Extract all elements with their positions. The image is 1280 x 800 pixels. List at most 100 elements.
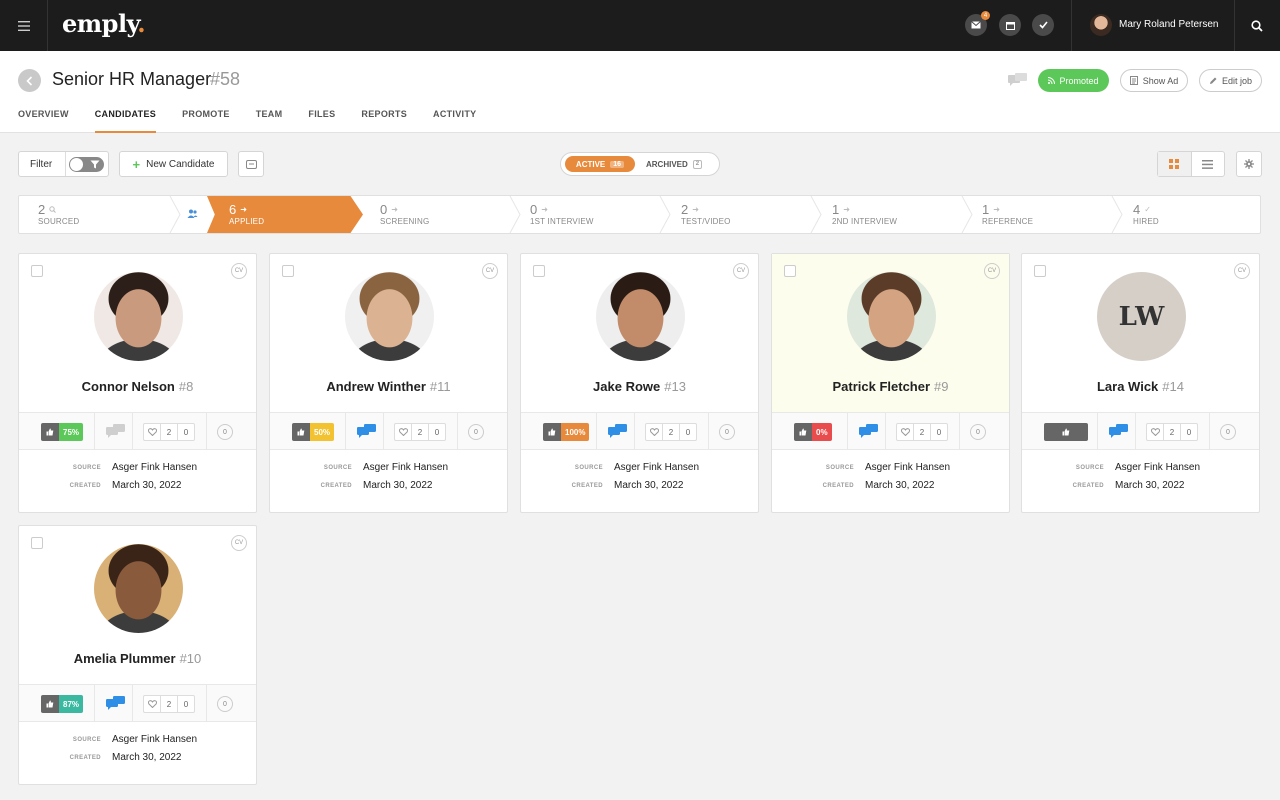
hamburger-menu-button[interactable] [0, 0, 48, 51]
rating-badge[interactable]: 0% [794, 423, 832, 441]
rating-badge[interactable]: 87% [41, 695, 84, 713]
candidate-photo [596, 272, 685, 361]
rating-badge[interactable]: 100% [543, 423, 590, 441]
card-actions: 75% 2 0 0 [19, 412, 256, 450]
active-tab-toggle[interactable]: ACTIVE 16 [565, 156, 635, 172]
card-header: CV Andrew Winther #11 [270, 254, 507, 412]
settings-button[interactable] [1236, 151, 1262, 177]
comment-count[interactable]: 0 [468, 424, 484, 440]
calendar-button[interactable] [999, 14, 1021, 36]
rating-badge[interactable] [1044, 423, 1088, 441]
cv-button[interactable]: CV [733, 263, 749, 279]
select-checkbox[interactable] [31, 537, 43, 549]
stage-label: 2ND INTERVIEW [832, 217, 898, 226]
new-candidate-button[interactable]: + New Candidate [119, 151, 228, 177]
select-checkbox[interactable] [31, 265, 43, 277]
comments-icon[interactable] [608, 424, 628, 438]
candidate-name-line[interactable]: Lara Wick #14 [1022, 379, 1259, 394]
candidate-name-line[interactable]: Andrew Winther #11 [270, 379, 507, 394]
cv-button[interactable]: CV [984, 263, 1000, 279]
comments-icon[interactable] [106, 424, 126, 438]
tab-reports[interactable]: REPORTS [361, 106, 407, 133]
select-checkbox[interactable] [1034, 265, 1046, 277]
candidate-card[interactable]: CV Jake Rowe #13 100% 2 0 0 SOURCE Asger … [520, 253, 759, 513]
cv-button[interactable]: CV [482, 263, 498, 279]
tab-files[interactable]: FILES [308, 106, 335, 133]
candidate-card[interactable]: CV Amelia Plummer #10 87% 2 0 0 SOURCE As… [18, 525, 257, 785]
chat-bubbles-icon [1008, 73, 1027, 86]
stage-sourced[interactable]: 2 SOURCED [38, 196, 168, 233]
emply-logo[interactable]: emply. [62, 9, 146, 38]
candidate-number: #13 [664, 379, 686, 394]
comment-count[interactable]: 0 [217, 424, 233, 440]
cv-button[interactable]: CV [231, 263, 247, 279]
edit-job-button[interactable]: Edit job [1199, 69, 1262, 92]
tab-team[interactable]: TEAM [256, 106, 283, 133]
search-button[interactable] [1234, 0, 1280, 51]
show-ad-button[interactable]: Show Ad [1120, 69, 1188, 92]
candidate-name-line[interactable]: Connor Nelson #8 [19, 379, 256, 394]
rss-icon [1048, 77, 1056, 84]
promoted-button[interactable]: Promoted [1038, 69, 1109, 92]
stage-2nd-interview[interactable]: 1 ➜ 2ND INTERVIEW [832, 196, 962, 233]
active-label: ACTIVE [575, 159, 606, 169]
filter-toggle[interactable] [69, 157, 104, 172]
stage-test-video[interactable]: 2 ➜ TEST/VIDEO [681, 196, 811, 233]
comments-icon[interactable] [357, 424, 377, 438]
archived-tab-toggle[interactable]: ARCHIVED 2 [646, 160, 703, 169]
candidate-card[interactable]: CV Andrew Winther #11 50% 2 0 0 SOURCE As… [269, 253, 508, 513]
select-checkbox[interactable] [784, 265, 796, 277]
candidate-name-line[interactable]: Patrick Fletcher #9 [772, 379, 1009, 394]
tab-candidates[interactable]: CANDIDATES [94, 106, 157, 133]
back-button[interactable] [18, 69, 41, 92]
cv-button[interactable]: CV [1234, 263, 1250, 279]
tasks-button[interactable] [1032, 14, 1054, 36]
grid-view-button[interactable] [1158, 152, 1192, 176]
heart-button[interactable] [897, 424, 914, 440]
rating-badge[interactable]: 50% [292, 423, 335, 441]
users-icon[interactable] [187, 209, 198, 218]
comment-count[interactable]: 0 [719, 424, 735, 440]
tab-activity[interactable]: ACTIVITY [433, 106, 476, 133]
cv-button[interactable]: CV [231, 535, 247, 551]
comment-count[interactable]: 0 [1220, 424, 1236, 440]
messages-button[interactable]: 4 [965, 11, 990, 36]
user-name[interactable]: Mary Roland Petersen [1119, 19, 1219, 30]
divider [94, 413, 95, 449]
stage-screening[interactable]: 0 ➜ SCREENING [380, 196, 510, 233]
user-avatar[interactable] [1090, 14, 1112, 36]
candidate-name-line[interactable]: Jake Rowe #13 [521, 379, 758, 394]
stage-reference[interactable]: 1 ➜ REFERENCE [982, 196, 1112, 233]
import-button[interactable] [238, 151, 264, 177]
stage-1st-interview[interactable]: 0 ➜ 1ST INTERVIEW [530, 196, 660, 233]
select-checkbox[interactable] [282, 265, 294, 277]
tab-overview[interactable]: OVERVIEW [18, 106, 69, 133]
comments-icon[interactable] [859, 424, 879, 438]
comments-icon[interactable] [1109, 424, 1129, 438]
comment-count[interactable]: 0 [970, 424, 986, 440]
candidate-name-line[interactable]: Amelia Plummer #10 [19, 651, 256, 666]
created-label: CREATED [571, 483, 603, 489]
heart-button[interactable] [144, 696, 161, 712]
select-checkbox[interactable] [533, 265, 545, 277]
arrow-right-icon: ➜ [240, 205, 247, 214]
candidate-card[interactable]: CV Connor Nelson #8 75% 2 0 0 SOURCE Asge… [18, 253, 257, 513]
heart-button[interactable] [1147, 424, 1164, 440]
heart-button[interactable] [646, 424, 663, 440]
reactions-group: 2 0 [143, 695, 195, 713]
heart-button[interactable] [395, 424, 412, 440]
list-view-button[interactable] [1192, 152, 1225, 176]
heart-button[interactable] [144, 424, 161, 440]
candidate-card[interactable]: CV Patrick Fletcher #9 0% 2 0 0 SOURCE As… [771, 253, 1010, 513]
comment-count[interactable]: 0 [217, 696, 233, 712]
stage-hired[interactable]: 4 ✓ HIRED [1133, 196, 1253, 233]
job-title: Senior HR Manager [52, 69, 212, 89]
tab-promote[interactable]: PROMOTE [182, 106, 230, 133]
rating-badge[interactable]: 75% [41, 423, 84, 441]
list-icon [1202, 159, 1214, 169]
chat-button[interactable] [1008, 73, 1028, 92]
candidate-card[interactable]: CV LW Lara Wick #14 2 0 0 SOURCE Asger Fi… [1021, 253, 1260, 513]
comments-icon[interactable] [106, 696, 126, 710]
thumbs-up-icon [1057, 428, 1075, 436]
stage-applied[interactable]: 6 ➜ APPLIED [229, 196, 359, 233]
